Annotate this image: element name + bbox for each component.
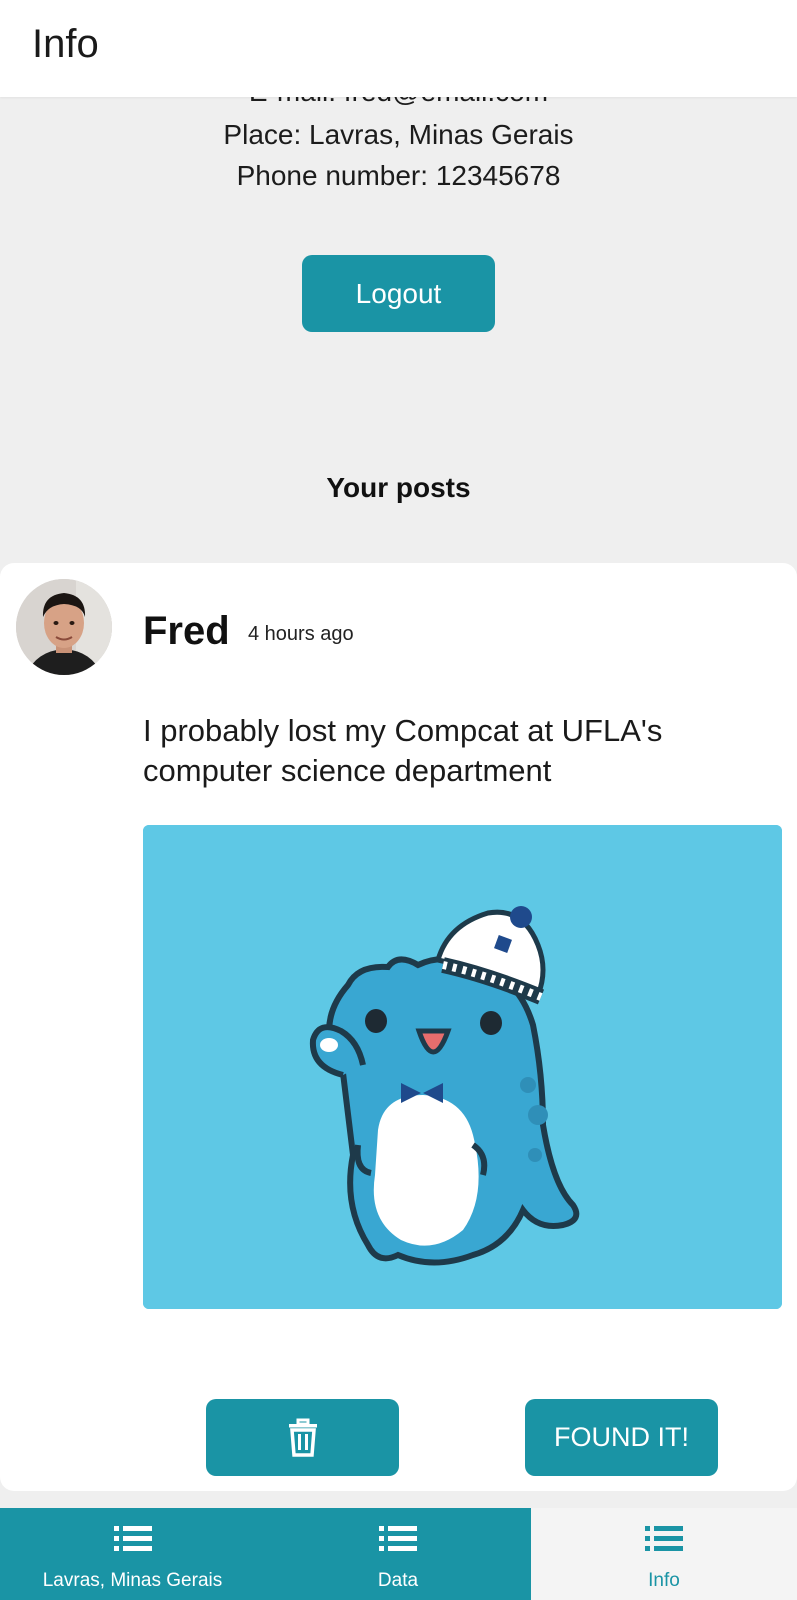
page-title: Info [32, 22, 99, 66]
delete-post-button[interactable] [206, 1399, 399, 1476]
post-author[interactable]: Fred [143, 609, 230, 654]
app-bar: Info [0, 0, 797, 97]
profile-phone: Phone number: 12345678 [236, 160, 561, 191]
compcat-illustration [143, 825, 782, 1309]
post-image[interactable] [143, 825, 782, 1309]
avatar-image [16, 579, 112, 675]
nav-label: Data [377, 1570, 419, 1591]
post-card: Fred 4 hours ago I probably lost my Comp… [0, 563, 797, 1491]
trash-icon [288, 1418, 317, 1457]
list-icon [645, 1526, 683, 1551]
nav-item-lavras[interactable]: Lavras, Minas Gerais [0, 1508, 265, 1600]
list-icon [113, 1526, 152, 1551]
found-it-button[interactable]: FOUND IT! [525, 1399, 718, 1476]
profile-place: Place: Lavras, Minas Gerais [223, 119, 574, 150]
list-icon [379, 1526, 417, 1551]
posts-heading: Your posts [326, 472, 471, 503]
nav-label: Info [648, 1570, 680, 1591]
avatar[interactable] [16, 579, 112, 675]
bottom-nav: Lavras, Minas Gerais Data Info [0, 1508, 797, 1600]
post-text: I probably lost my Compcat at UFLA's com… [143, 713, 663, 788]
logout-button[interactable]: Logout [302, 255, 495, 332]
nav-item-info[interactable]: Info [531, 1508, 797, 1600]
post-time: 4 hours ago [248, 623, 354, 645]
nav-label: Lavras, Minas Gerais [42, 1570, 223, 1591]
nav-item-data[interactable]: Data [265, 1508, 531, 1600]
